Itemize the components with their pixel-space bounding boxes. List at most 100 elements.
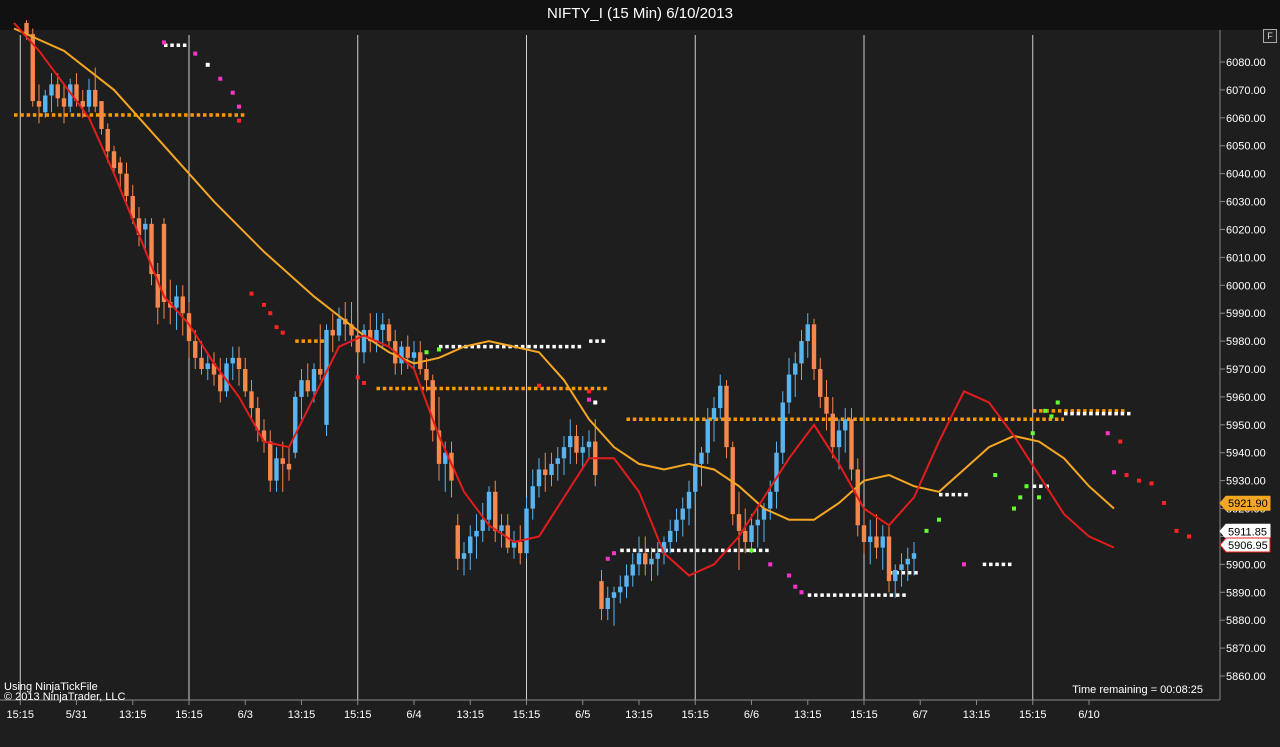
candle-body <box>724 385 729 448</box>
candle-body <box>530 486 535 509</box>
price-label-text: 5906.95 <box>1228 540 1268 552</box>
y-tick-label: 5990.00 <box>1226 308 1266 320</box>
price-label-text: 5921.90 <box>1228 498 1268 510</box>
signal-marker <box>280 330 285 335</box>
candle-body <box>311 369 317 392</box>
signal-marker <box>1149 481 1154 486</box>
candle-body <box>124 173 129 196</box>
candle-body <box>193 341 198 358</box>
x-tick-label: 6/6 <box>744 709 759 721</box>
candle-body <box>718 385 723 409</box>
x-tick-label: 6/5 <box>575 709 590 721</box>
candle-body <box>218 374 223 392</box>
candle-body <box>318 369 323 375</box>
x-tick-label: 15:15 <box>513 709 541 721</box>
y-tick-label: 6040.00 <box>1226 169 1266 181</box>
y-tick-label: 5960.00 <box>1226 392 1266 404</box>
copyright-text: © 2013 NinjaTrader, LLC <box>4 691 125 703</box>
y-tick-label: 6080.00 <box>1226 57 1266 69</box>
candle-body <box>849 419 854 470</box>
candle-body <box>824 396 829 414</box>
x-tick-label: 15:15 <box>850 709 878 721</box>
candle-body <box>111 151 117 169</box>
signal-marker <box>612 551 616 556</box>
candle-body <box>399 346 404 364</box>
candle-body <box>286 463 292 470</box>
x-tick-label: 6/3 <box>238 709 253 721</box>
candle-body <box>543 469 548 476</box>
candle-body <box>743 530 748 543</box>
signal-marker <box>218 76 223 81</box>
signal-marker <box>1037 495 1041 500</box>
candle-body <box>205 363 210 369</box>
candle-body <box>874 536 879 548</box>
y-tick-label: 5950.00 <box>1226 420 1266 432</box>
candle-body <box>624 575 629 587</box>
signal-marker <box>962 562 966 567</box>
signal-marker <box>1030 431 1035 436</box>
candle-body <box>199 357 204 369</box>
signal-marker <box>1105 431 1110 436</box>
signal-marker <box>205 62 210 67</box>
candle-body <box>561 447 567 459</box>
price-labels: 5921.90 5911.85 5906.95 <box>1219 495 1271 553</box>
candle-body <box>268 441 273 481</box>
candle-body <box>180 296 185 314</box>
candle-body <box>293 396 298 453</box>
candle-body <box>305 380 310 392</box>
candle-body <box>418 352 423 369</box>
candle-body <box>336 318 342 336</box>
y-tick-label: 5880.00 <box>1226 615 1266 627</box>
candle-body <box>630 564 635 576</box>
x-tick-label: 13:15 <box>963 709 991 721</box>
candle-body <box>686 491 692 509</box>
x-tick-label: 6/10 <box>1078 709 1099 721</box>
candle-body <box>486 491 492 520</box>
plot-area[interactable] <box>0 30 1220 700</box>
candle-body <box>474 530 479 537</box>
candle-body <box>461 553 467 559</box>
candle-body <box>524 508 529 554</box>
candle-body <box>249 391 254 409</box>
signal-marker <box>424 350 429 355</box>
signal-marker <box>237 118 241 123</box>
candle-body <box>36 101 42 107</box>
x-axis[interactable]: 15:15 5/31 13:15 15:15 6/3 13:15 15:15 6/4 13:15… <box>6 700 1100 721</box>
signal-marker <box>587 397 591 402</box>
x-tick-label: 15:15 <box>175 709 203 721</box>
candle-body <box>55 84 60 99</box>
candle-body <box>780 402 785 453</box>
x-tick-label: 15:15 <box>6 709 34 721</box>
candle-body <box>786 374 792 403</box>
candle-body <box>774 452 779 492</box>
signal-marker <box>937 517 941 522</box>
signal-marker <box>593 400 598 405</box>
candle-body <box>86 89 92 107</box>
signal-marker <box>237 104 241 109</box>
x-tick-label: 13:15 <box>288 709 316 721</box>
candle-body <box>605 597 610 610</box>
candle-body <box>424 369 429 381</box>
price-chart[interactable]: 6080.00 6070.00 6060.00 6050.00 6040.00 6030.… <box>0 0 1280 747</box>
candle-body <box>843 419 848 431</box>
signal-marker <box>362 380 366 385</box>
candle-body <box>230 357 235 364</box>
candle-body <box>330 329 335 336</box>
y-tick-label: 5980.00 <box>1226 336 1266 348</box>
candle-body <box>693 463 698 492</box>
signal-marker <box>1118 439 1123 444</box>
signal-marker <box>268 311 273 316</box>
candle-body <box>636 553 642 565</box>
candle-body <box>143 223 148 230</box>
signal-marker <box>993 473 998 478</box>
candle-body <box>911 553 917 559</box>
candle-body <box>580 447 585 453</box>
candle-body <box>299 380 304 397</box>
signal-marker <box>437 347 441 352</box>
y-axis[interactable]: 6080.00 6070.00 6060.00 6050.00 6040.00 6030.… <box>1220 57 1266 683</box>
candle-body <box>899 564 904 570</box>
y-tick-label: 6020.00 <box>1226 224 1266 236</box>
candle-body <box>386 324 392 342</box>
candle-body <box>618 586 623 593</box>
candle-body <box>574 435 579 453</box>
